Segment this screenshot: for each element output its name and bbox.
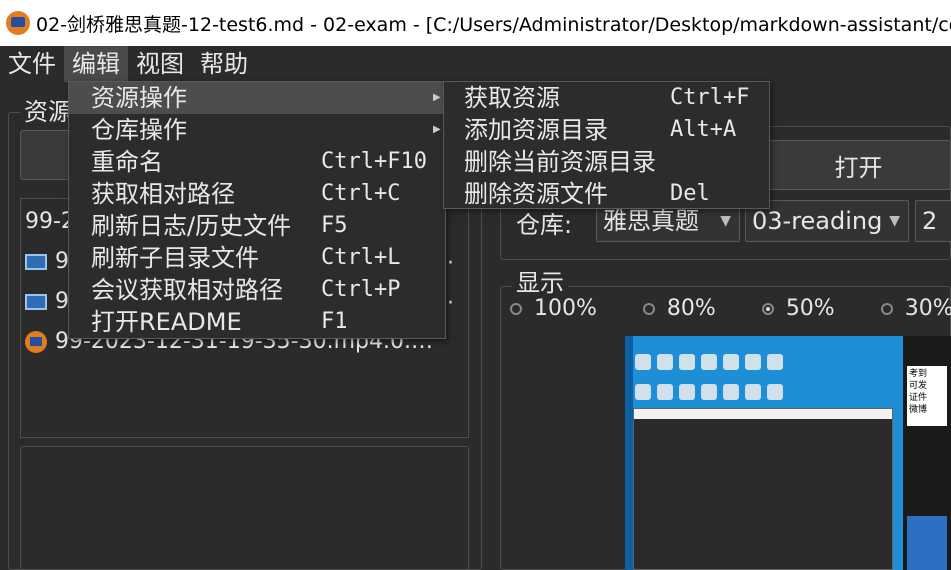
- menu-item-resource-ops[interactable]: 资源操作 ▶: [69, 82, 445, 114]
- menu-item-shortcut: F5: [321, 213, 348, 238]
- edit-menu-dropdown: 资源操作 ▶ 仓库操作 ▶ 重命名 Ctrl+F10 获取相对路径 Ctrl+C…: [68, 81, 446, 339]
- zoom-100-option[interactable]: 100%: [510, 296, 597, 321]
- preview-side-panel: 考到 可发 证件 微博: [903, 336, 951, 570]
- menu-item-delete-resource-file[interactable]: 删除资源文件 Del: [444, 178, 769, 210]
- preview-app-window: [633, 408, 893, 570]
- app-icon: [6, 11, 30, 35]
- zoom-50-option[interactable]: 50%: [761, 296, 835, 321]
- menu-item-shortcut: Alt+A: [670, 117, 737, 142]
- zoom-label: 30%: [904, 296, 951, 321]
- resource-log-area: [20, 446, 469, 570]
- menu-item-label: 获取相对路径: [91, 180, 235, 208]
- menu-item-label: 删除资源文件: [464, 180, 608, 208]
- menu-item-label: 删除当前资源目录: [464, 148, 656, 176]
- row-ellipsis: ·: [447, 291, 454, 316]
- radio-icon[interactable]: [510, 302, 522, 315]
- menu-item-shortcut: Ctrl+F10: [321, 149, 427, 174]
- zoom-30-option[interactable]: 30%: [880, 296, 951, 321]
- extra-input[interactable]: 2: [915, 200, 951, 242]
- row-ellipsis: ·: [447, 251, 454, 276]
- menu-item-label: 仓库操作: [91, 116, 187, 144]
- menu-bar: 文件 编辑 视图 帮助: [0, 46, 951, 82]
- menu-item-label: 会议获取相对路径: [91, 276, 283, 304]
- menu-file[interactable]: 文件: [0, 46, 64, 82]
- preview-image: 考到 可发 证件 微博: [625, 336, 951, 570]
- subdir-select-value: 03-reading: [752, 207, 883, 235]
- preview-taskbar: [625, 336, 633, 570]
- submenu-arrow-icon: ▶: [433, 92, 441, 103]
- menu-item-label: 刷新日志/历史文件: [91, 212, 292, 240]
- file-name: 9: [55, 289, 69, 314]
- menu-item-add-resource-dir[interactable]: 添加资源目录 Alt+A: [444, 114, 769, 146]
- video-file-icon: [25, 253, 47, 270]
- menu-item-label: 资源操作: [91, 84, 187, 112]
- list-item[interactable]: 9: [25, 289, 69, 314]
- window-title: 02-剑桥雅思真题-12-test6.md - 02-exam - [C:/Us…: [36, 13, 951, 36]
- menu-item-get-resource[interactable]: 获取资源 Ctrl+F: [444, 82, 769, 114]
- menu-item-shortcut: Del: [670, 181, 710, 206]
- menu-item-refresh-subdir[interactable]: 刷新子目录文件 Ctrl+L: [69, 242, 445, 274]
- menu-help[interactable]: 帮助: [192, 46, 256, 82]
- zoom-80-option[interactable]: 80%: [642, 296, 716, 321]
- menu-item-label: 打开README: [91, 308, 242, 336]
- menu-item-label: 刷新子目录文件: [91, 244, 259, 272]
- resource-ops-submenu: 获取资源 Ctrl+F 添加资源目录 Alt+A 删除当前资源目录 删除资源文件…: [443, 81, 770, 209]
- menu-item-repo-ops[interactable]: 仓库操作 ▶: [69, 114, 445, 146]
- display-panel-title: 显示: [512, 263, 568, 298]
- file-name: 9: [55, 249, 69, 274]
- repo-select-value: 雅思真题: [603, 207, 699, 235]
- zoom-radio-group: 100% 80% 50% 30%: [510, 296, 951, 321]
- menu-item-label: 获取资源: [464, 84, 560, 112]
- zoom-label: 80%: [666, 296, 716, 321]
- preview-desktop-icons: [635, 354, 795, 408]
- menu-item-open-readme[interactable]: 打开README F1: [69, 306, 445, 338]
- menu-item-label: 重命名: [91, 148, 163, 176]
- submenu-arrow-icon: ▶: [433, 124, 441, 135]
- obs-icon: [25, 330, 47, 353]
- menu-item-meeting-relative-path[interactable]: 会议获取相对路径 Ctrl+P: [69, 274, 445, 306]
- menu-item-delete-resource-dir[interactable]: 删除当前资源目录: [444, 146, 769, 178]
- radio-icon[interactable]: [642, 302, 655, 315]
- menu-item-shortcut: Ctrl+P: [321, 277, 401, 302]
- preview-side-text: 考到 可发 证件 微博: [907, 366, 947, 426]
- repo-label: 仓库:: [516, 211, 573, 239]
- zoom-label: 50%: [785, 296, 835, 321]
- menu-item-shortcut: Ctrl+L: [321, 245, 401, 270]
- radio-icon[interactable]: [880, 302, 893, 315]
- menu-edit[interactable]: 编辑: [64, 46, 128, 82]
- menu-item-rename[interactable]: 重命名 Ctrl+F10: [69, 146, 445, 178]
- menu-item-label: 添加资源目录: [464, 116, 608, 144]
- menu-item-get-relative-path[interactable]: 获取相对路径 Ctrl+C: [69, 178, 445, 210]
- menu-item-shortcut: Ctrl+F: [670, 85, 750, 110]
- list-item[interactable]: 9: [25, 249, 69, 274]
- radio-checked-icon[interactable]: [761, 302, 774, 315]
- zoom-label: 100%: [534, 296, 597, 321]
- window-title-bar[interactable]: 02-剑桥雅思真题-12-test6.md - 02-exam - [C:/Us…: [0, 0, 951, 46]
- menu-item-shortcut: Ctrl+C: [321, 181, 401, 206]
- menu-view[interactable]: 视图: [128, 46, 192, 82]
- menu-item-shortcut: F1: [321, 309, 348, 334]
- menu-item-refresh-logs[interactable]: 刷新日志/历史文件 F5: [69, 210, 445, 242]
- open-button[interactable]: 打开: [766, 140, 951, 190]
- chevron-down-icon: ▼: [889, 213, 900, 229]
- video-file-icon: [25, 293, 47, 310]
